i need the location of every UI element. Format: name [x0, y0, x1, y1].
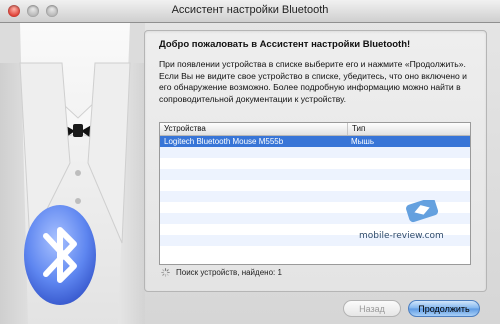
column-header-type[interactable]: Тип	[348, 123, 365, 135]
title-bar: Ассистент настройки Bluetooth	[0, 0, 500, 23]
device-list-header: Устройства Тип	[160, 123, 470, 136]
device-name: Logitech Bluetooth Mouse M555b	[164, 137, 284, 146]
empty-row	[160, 180, 470, 191]
window-title: Ассистент настройки Bluetooth	[171, 4, 329, 16]
welcome-heading: Добро пожаловать в Ассистент настройки B…	[159, 39, 411, 50]
column-header-devices[interactable]: Устройства	[160, 123, 348, 135]
search-status: Поиск устройств, найдено: 1	[161, 268, 282, 277]
bluetooth-assistant-window: Ассистент настройки Bluetooth Добро пожа…	[0, 0, 500, 324]
empty-row	[160, 147, 470, 158]
back-button[interactable]: Назад	[343, 300, 401, 317]
status-text: Поиск устройств, найдено: 1	[176, 268, 282, 277]
bluetooth-icon	[24, 205, 96, 305]
device-type: Мышь	[351, 137, 374, 146]
continue-button[interactable]: Продолжить	[408, 300, 480, 317]
watermark-text: mobile-review.com	[359, 231, 444, 241]
empty-row	[160, 169, 470, 180]
table-row[interactable]: Logitech Bluetooth Mouse M555b Мышь	[160, 136, 470, 147]
spinner-icon	[161, 268, 170, 277]
watermark-logo	[406, 200, 439, 223]
instructions-text: При появлении устройства в списке выбери…	[159, 59, 467, 104]
empty-row	[160, 158, 470, 169]
